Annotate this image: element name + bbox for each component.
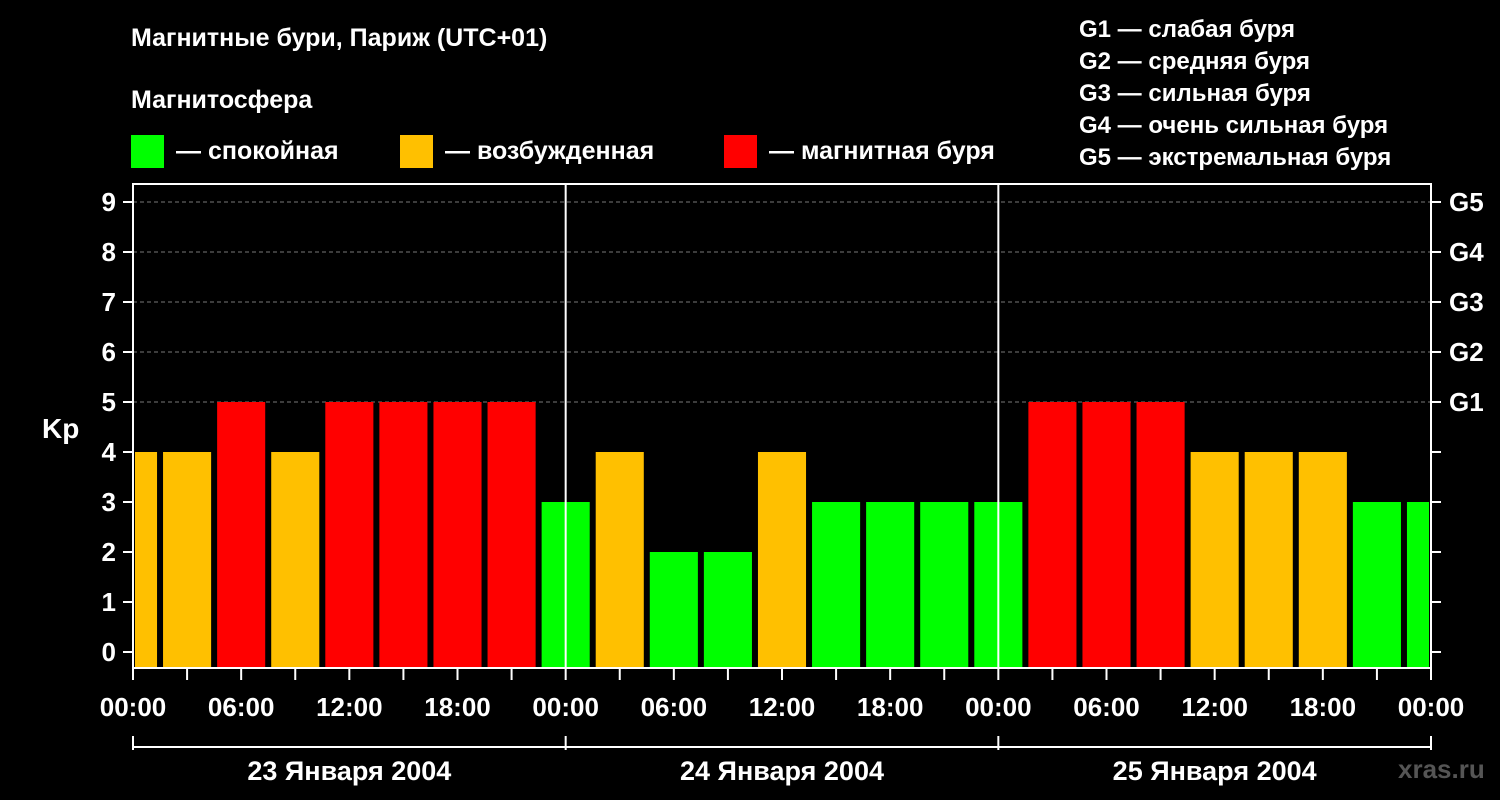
y-tick-label: 9 — [102, 187, 116, 217]
x-tick-label: 12:00 — [749, 692, 816, 722]
y-tick-label: 0 — [102, 637, 116, 667]
kp-bar-chart: 0 1 2 3 4 5 6 7 8 9 G1 G2 G3 G4 G5 Kp 00:00 06:00 12:00 18:… — [42, 183, 1484, 786]
x-tick-label: 06:00 — [641, 692, 708, 722]
x-tick-label: 00:00 — [1398, 692, 1465, 722]
kp-bar — [325, 402, 374, 668]
kp-bar — [703, 552, 752, 668]
x-tick-label: 18:00 — [424, 692, 491, 722]
kp-bar — [1136, 402, 1185, 668]
day-label: 23 Января 2004 — [247, 756, 451, 786]
kp-bar — [1244, 452, 1293, 668]
kp-bar — [433, 402, 482, 668]
watermark: xras.ru — [1398, 754, 1485, 784]
kp-bar — [217, 402, 266, 668]
kp-bar — [1190, 452, 1239, 668]
day-label: 24 Января 2004 — [680, 756, 884, 786]
kp-bar — [1406, 502, 1429, 668]
y-tick-label: 8 — [102, 237, 116, 267]
y-tick-label: 3 — [102, 487, 116, 517]
kp-bar — [487, 402, 536, 668]
kp-bar — [757, 452, 807, 668]
kp-bar — [866, 502, 915, 668]
kp-bar — [135, 452, 158, 668]
kp-bar — [595, 452, 644, 668]
kp-bar — [812, 502, 861, 668]
x-tick-label: 12:00 — [1181, 692, 1248, 722]
y-axis-label: Kp — [42, 413, 79, 444]
g-scale-label: G1 — [1449, 387, 1484, 417]
g-scale-label: G2 — [1449, 337, 1484, 367]
x-tick-label: 06:00 — [1073, 692, 1140, 722]
kp-bar — [1028, 402, 1077, 668]
kp-bar — [379, 402, 428, 668]
y-tick-label: 4 — [102, 437, 117, 467]
x-tick-label: 00:00 — [965, 692, 1032, 722]
x-tick-label: 00:00 — [532, 692, 599, 722]
y-tick-label: 5 — [102, 387, 116, 417]
y-tick-label: 6 — [102, 337, 116, 367]
x-tick-label: 06:00 — [208, 692, 275, 722]
g-scale-label: G3 — [1449, 287, 1484, 317]
y-tick-label: 7 — [102, 287, 116, 317]
g-scale-label: G4 — [1449, 237, 1484, 267]
y-tick-label: 1 — [102, 587, 116, 617]
kp-bar — [271, 452, 320, 668]
x-tick-label: 18:00 — [857, 692, 924, 722]
kp-bar — [1298, 452, 1347, 668]
kp-bar — [1352, 502, 1401, 668]
kp-bar — [163, 452, 212, 668]
x-tick-label: 18:00 — [1290, 692, 1357, 722]
x-tick-label: 00:00 — [100, 692, 167, 722]
x-tick-label: 12:00 — [316, 692, 383, 722]
y-tick-label: 2 — [102, 537, 116, 567]
kp-bar — [920, 502, 969, 668]
g-scale-label: G5 — [1449, 187, 1484, 217]
kp-bar — [1082, 402, 1131, 668]
day-label: 25 Января 2004 — [1113, 756, 1317, 786]
kp-bar — [649, 552, 698, 668]
